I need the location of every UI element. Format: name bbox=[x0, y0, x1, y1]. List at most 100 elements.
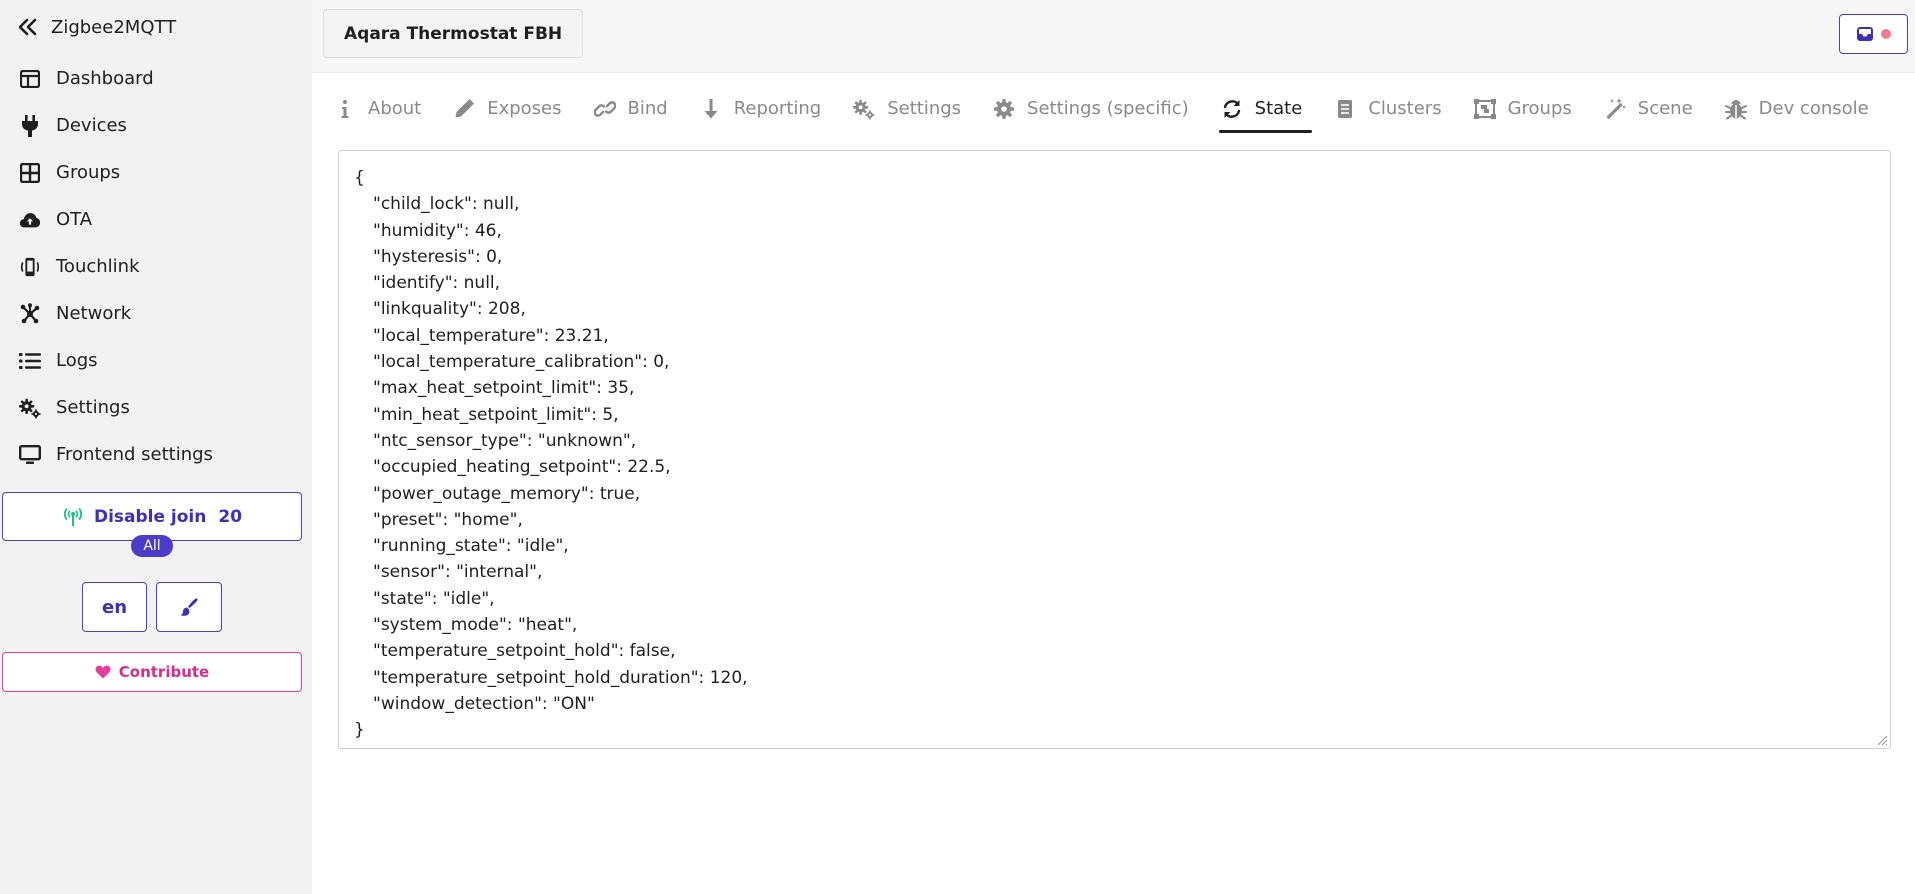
tab-settings[interactable]: Settings bbox=[853, 88, 961, 134]
state-line: "max_heat_setpoint_limit": 35, bbox=[373, 378, 635, 399]
notifications-button[interactable] bbox=[1839, 14, 1908, 54]
tab-clusters[interactable]: Clusters bbox=[1334, 88, 1442, 134]
touchlink-icon bbox=[19, 256, 41, 278]
state-line: "ntc_sensor_type": "unknown", bbox=[373, 430, 637, 451]
tab-label: About bbox=[368, 98, 422, 119]
bug-icon bbox=[1724, 98, 1747, 120]
sidebar-item-label: Devices bbox=[56, 115, 127, 136]
join-countdown: 20 bbox=[218, 506, 243, 527]
document-icon bbox=[1334, 98, 1356, 120]
app-title: Zigbee2MQTT bbox=[51, 16, 177, 38]
sidebar-item-label: OTA bbox=[56, 209, 93, 230]
tab-label: Scene bbox=[1637, 98, 1693, 119]
tab-label: State bbox=[1254, 98, 1303, 119]
tab-bind[interactable]: Bind bbox=[593, 88, 668, 134]
device-title: Aqara Thermostat FBH bbox=[323, 9, 584, 58]
pencil-icon bbox=[453, 98, 475, 120]
state-line: "temperature_setpoint_hold": false, bbox=[373, 641, 676, 662]
tab-label: Exposes bbox=[487, 98, 562, 119]
sync-icon bbox=[1221, 98, 1243, 120]
sidebar-item-label: Groups bbox=[56, 162, 121, 183]
state-line: "preset": "home", bbox=[373, 509, 523, 530]
tab-label: Groups bbox=[1507, 98, 1572, 119]
cogs-icon bbox=[853, 98, 875, 120]
tab-label: Settings (specific) bbox=[1027, 98, 1189, 119]
json-close-brace: } bbox=[354, 720, 365, 741]
sidebar-item-devices[interactable]: Devices bbox=[0, 102, 312, 149]
join-target-badge[interactable]: All bbox=[131, 535, 173, 557]
tab-settings-specific[interactable]: Settings (specific) bbox=[993, 88, 1189, 134]
info-icon bbox=[334, 98, 356, 120]
tab-state[interactable]: State bbox=[1218, 88, 1312, 134]
cogs-icon bbox=[19, 397, 41, 419]
tab-groups[interactable]: Groups bbox=[1473, 88, 1572, 134]
notification-dot bbox=[1880, 29, 1891, 39]
paintbrush-icon bbox=[179, 597, 199, 617]
json-open-brace: { bbox=[354, 168, 365, 188]
state-line: "identify": null, bbox=[373, 273, 501, 294]
sidebar-item-label: Frontend settings bbox=[56, 444, 213, 465]
top-bar: Aqara Thermostat FBH bbox=[312, 0, 1915, 73]
sidebar-item-label: Touchlink bbox=[56, 256, 140, 277]
state-json-textarea[interactable]: { "child_lock": null, "humidity": 46, "h… bbox=[338, 150, 1891, 749]
resize-grip-icon[interactable] bbox=[1876, 734, 1888, 746]
tab-label: Reporting bbox=[733, 98, 822, 119]
tab-label: Clusters bbox=[1368, 98, 1442, 119]
disable-join-button[interactable]: Disable join 20 bbox=[2, 492, 302, 541]
tab-dev-console[interactable]: Dev console bbox=[1724, 88, 1869, 134]
cog-icon bbox=[993, 98, 1015, 120]
state-line: "system_mode": "heat", bbox=[373, 615, 578, 636]
sidebar-item-frontend-settings[interactable]: Frontend settings bbox=[0, 431, 312, 478]
state-line: "temperature_setpoint_hold_duration": 12… bbox=[373, 667, 748, 688]
sidebar-item-settings[interactable]: Settings bbox=[0, 384, 312, 431]
tab-about[interactable]: About bbox=[334, 88, 421, 134]
state-line: "window_detection": "ON" bbox=[373, 693, 595, 714]
state-line: "linkquality": 208, bbox=[373, 299, 526, 320]
main-content: Aqara Thermostat FBH About Exposes Bind bbox=[312, 0, 1915, 894]
sidebar-item-label: Logs bbox=[56, 350, 98, 371]
link-icon bbox=[593, 98, 616, 120]
inbox-icon bbox=[1856, 27, 1873, 41]
tab-label: Bind bbox=[627, 98, 668, 119]
language-button[interactable]: en bbox=[82, 582, 147, 632]
magic-wand-icon bbox=[1604, 98, 1626, 120]
tab-label: Dev console bbox=[1758, 98, 1869, 119]
contribute-label: Contribute bbox=[118, 663, 210, 681]
state-line: "occupied_heating_setpoint": 22.5, bbox=[373, 457, 671, 478]
double-chevron-left-icon[interactable] bbox=[18, 18, 38, 36]
monitor-icon bbox=[19, 444, 41, 466]
tab-scene[interactable]: Scene bbox=[1604, 88, 1693, 134]
arrow-down-icon bbox=[700, 98, 722, 120]
theme-button[interactable] bbox=[156, 582, 222, 632]
state-line: "humidity": 46, bbox=[373, 220, 502, 241]
sidebar-item-dashboard[interactable]: Dashboard bbox=[0, 55, 312, 102]
state-line: "min_heat_setpoint_limit": 5, bbox=[373, 404, 619, 425]
sidebar-item-label: Dashboard bbox=[56, 68, 154, 89]
cloud-upload-icon bbox=[19, 209, 41, 231]
state-line: "sensor": "internal", bbox=[373, 562, 543, 583]
state-line: "local_temperature": 23.21, bbox=[373, 325, 609, 346]
state-line: "local_temperature_calibration": 0, bbox=[373, 352, 670, 373]
state-line: "running_state": "idle", bbox=[373, 536, 569, 557]
sidebar: Zigbee2MQTT Dashboard Devices Groups OTA bbox=[0, 0, 312, 894]
sidebar-item-logs[interactable]: Logs bbox=[0, 337, 312, 384]
sidebar-item-label: Settings bbox=[56, 397, 130, 418]
groups-grid-icon bbox=[19, 162, 41, 184]
state-line: "hysteresis": 0, bbox=[373, 246, 503, 267]
brand-link[interactable]: Zigbee2MQTT bbox=[18, 13, 176, 41]
sidebar-nav: Dashboard Devices Groups OTA Touchlink N… bbox=[0, 55, 312, 478]
sidebar-item-label: Network bbox=[56, 303, 132, 324]
sidebar-item-touchlink[interactable]: Touchlink bbox=[0, 243, 312, 290]
antenna-icon bbox=[62, 507, 84, 527]
sidebar-item-network[interactable]: Network bbox=[0, 290, 312, 337]
contribute-button[interactable]: Contribute bbox=[2, 652, 302, 692]
tab-reporting[interactable]: Reporting bbox=[700, 88, 822, 134]
sidebar-item-ota[interactable]: OTA bbox=[0, 196, 312, 243]
tab-exposes[interactable]: Exposes bbox=[453, 88, 562, 134]
network-icon bbox=[19, 302, 41, 325]
heart-icon bbox=[95, 665, 111, 679]
sidebar-item-groups[interactable]: Groups bbox=[0, 149, 312, 196]
state-line: "state": "idle", bbox=[373, 588, 495, 609]
disable-join-label: Disable join bbox=[93, 506, 207, 527]
state-line: "child_lock": null, bbox=[373, 194, 520, 215]
